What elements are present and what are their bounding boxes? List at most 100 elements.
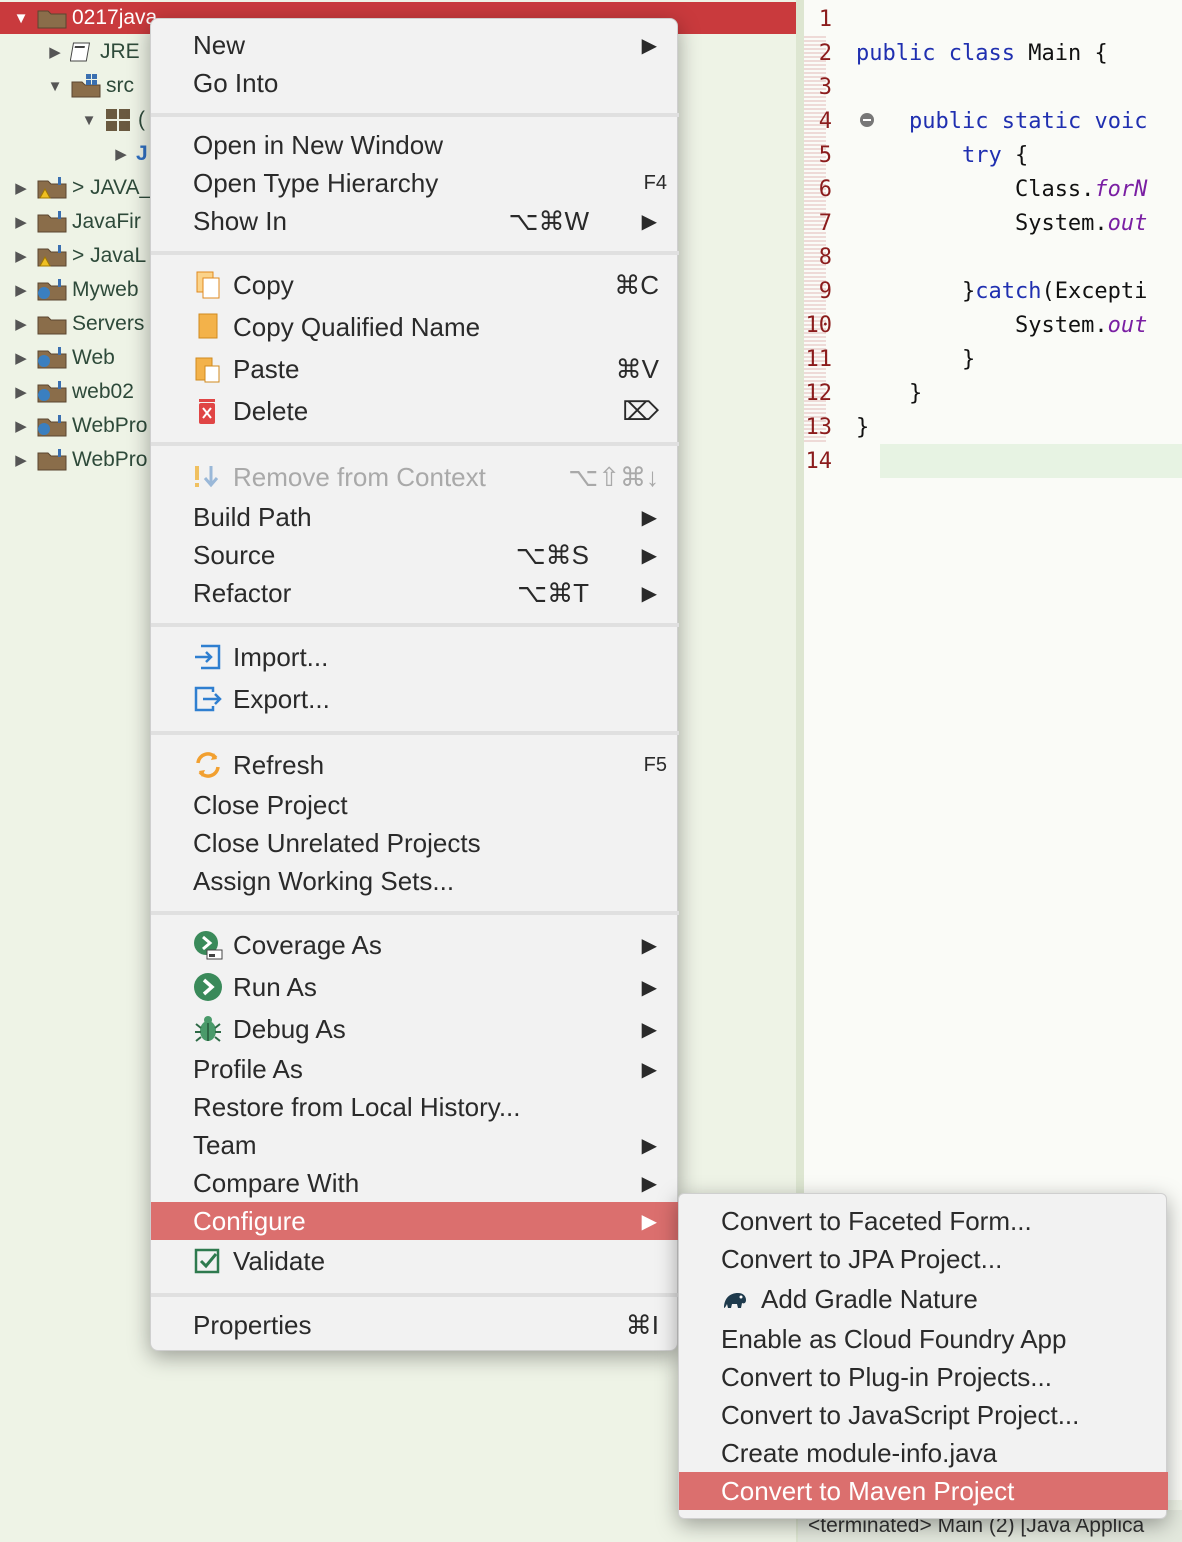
tree-item-label: WebPro bbox=[72, 414, 148, 437]
collapse-arrow-icon[interactable]: ▶ bbox=[12, 417, 30, 435]
submenu-item-convert-plugin-projects[interactable]: Convert to Plug-in Projects... bbox=[679, 1358, 1168, 1396]
menu-item-assign-working-sets[interactable]: Assign Working Sets... bbox=[151, 862, 679, 900]
menu-separator bbox=[151, 623, 679, 627]
menu-item-source[interactable]: Source ⌥⌘S ▶ bbox=[151, 536, 679, 574]
submenu-arrow-icon: ▶ bbox=[641, 1058, 657, 1081]
expand-arrow-icon[interactable]: ▼ bbox=[46, 78, 64, 95]
code-line: 14 bbox=[805, 448, 833, 474]
menu-item-profile-as[interactable]: Profile As ▶ bbox=[151, 1050, 679, 1088]
tree-item-label: Myweb bbox=[72, 278, 139, 301]
submenu-item-convert-javascript-project[interactable]: Convert to JavaScript Project... bbox=[679, 1396, 1168, 1434]
tree-item-myweb[interactable]: ▶ Myweb bbox=[12, 274, 139, 306]
submenu-item-add-gradle-nature[interactable]: Add Gradle Nature bbox=[679, 1280, 1168, 1318]
tree-item-label: web02 bbox=[72, 380, 134, 403]
warning-project-icon bbox=[36, 176, 68, 200]
package-icon bbox=[104, 108, 134, 132]
tree-item-0217java[interactable]: ▼ 0217java bbox=[12, 2, 158, 34]
expand-arrow-icon[interactable]: ▼ bbox=[12, 10, 30, 27]
expand-arrow-icon[interactable]: ▼ bbox=[80, 112, 98, 129]
menu-item-new[interactable]: New ▶ bbox=[151, 26, 679, 64]
code-line: 5 try { bbox=[818, 142, 1029, 168]
menu-item-paste[interactable]: Paste ⌘V bbox=[151, 350, 679, 388]
tree-item-label: Servers bbox=[72, 312, 145, 335]
tree-item-src[interactable]: ▼ src bbox=[46, 70, 134, 102]
collapse-arrow-icon[interactable]: ▶ bbox=[12, 281, 30, 299]
menu-item-refactor[interactable]: Refactor ⌥⌘T ▶ bbox=[151, 574, 679, 612]
submenu-item-enable-cloud-foundry[interactable]: Enable as Cloud Foundry App bbox=[679, 1320, 1168, 1358]
code-line: 12 } bbox=[805, 380, 923, 406]
menu-item-close-project[interactable]: Close Project bbox=[151, 786, 679, 824]
tree-item-java-project[interactable]: ▶ > JAVA_ bbox=[12, 172, 151, 204]
tree-item-java-file[interactable]: ▶ J bbox=[112, 138, 147, 170]
tree-item-webpro-2[interactable]: ▶ WebPro bbox=[12, 444, 147, 476]
menu-item-run-as[interactable]: Run As ▶ bbox=[151, 968, 679, 1006]
collapse-arrow-icon[interactable]: ▶ bbox=[12, 247, 30, 265]
submenu-arrow-icon: ▶ bbox=[641, 34, 657, 57]
tree-item-javafirst[interactable]: ▶ JavaFir bbox=[12, 206, 141, 238]
menu-item-export[interactable]: Export... bbox=[151, 680, 679, 718]
code-line: 2 public class Main { bbox=[818, 40, 1108, 66]
gradle-elephant-icon bbox=[721, 1286, 749, 1312]
tree-item-web[interactable]: ▶ Web bbox=[12, 342, 115, 374]
menu-item-delete[interactable]: Delete ⌦ bbox=[151, 392, 679, 430]
collapse-arrow-icon[interactable]: ▶ bbox=[12, 349, 30, 367]
menu-item-close-unrelated-projects[interactable]: Close Unrelated Projects bbox=[151, 824, 679, 862]
menu-item-configure[interactable]: Configure ▶ bbox=[151, 1202, 679, 1240]
submenu-arrow-icon: ▶ bbox=[641, 1018, 657, 1041]
menu-item-refresh[interactable]: Refresh F5 bbox=[151, 746, 679, 784]
tree-item-label: JRE bbox=[100, 40, 140, 63]
menu-item-restore-local-history[interactable]: Restore from Local History... bbox=[151, 1088, 679, 1126]
menu-item-copy[interactable]: Copy ⌘C bbox=[151, 266, 679, 304]
collapse-arrow-icon[interactable]: ▶ bbox=[12, 451, 30, 469]
context-menu: New ▶ Go Into Open in New Window Open Typ… bbox=[150, 18, 679, 1351]
menu-separator bbox=[151, 1293, 679, 1297]
collapse-arrow-icon[interactable]: ▶ bbox=[112, 145, 130, 163]
code-line: 6 Class. forN bbox=[818, 176, 1148, 202]
collapse-arrow-icon[interactable]: ▶ bbox=[12, 383, 30, 401]
collapse-arrow-icon[interactable]: ▶ bbox=[46, 43, 64, 61]
menu-item-import[interactable]: Import... bbox=[151, 638, 679, 676]
menu-item-coverage-as[interactable]: Coverage As ▶ bbox=[151, 926, 679, 964]
project-folder-icon bbox=[36, 210, 68, 234]
menu-item-build-path[interactable]: Build Path ▶ bbox=[151, 498, 679, 536]
tree-item-servers[interactable]: ▶ Servers bbox=[12, 308, 144, 340]
copy-icon bbox=[193, 270, 223, 300]
tree-item-label: Web bbox=[72, 346, 115, 369]
submenu-arrow-icon: ▶ bbox=[641, 1172, 657, 1195]
menu-item-compare-with[interactable]: Compare With ▶ bbox=[151, 1164, 679, 1202]
menu-item-team[interactable]: Team ▶ bbox=[151, 1126, 679, 1164]
paste-icon bbox=[193, 354, 223, 384]
submenu-item-create-module-info[interactable]: Create module-info.java bbox=[679, 1434, 1168, 1472]
web-project-icon bbox=[36, 346, 68, 370]
project-folder-icon bbox=[36, 6, 68, 30]
submenu-item-convert-maven-project[interactable]: Convert to Maven Project bbox=[679, 1472, 1168, 1510]
menu-item-properties[interactable]: Properties ⌘I bbox=[151, 1306, 679, 1344]
menu-separator bbox=[151, 911, 679, 915]
tree-item-jre[interactable]: ▶ JRE bbox=[46, 36, 140, 68]
collapse-arrow-icon[interactable]: ▶ bbox=[12, 213, 30, 231]
tree-item-web02[interactable]: ▶ web02 bbox=[12, 376, 134, 408]
menu-item-remove-from-context: Remove from Context ⌥⇧⌘↓ bbox=[151, 458, 679, 496]
menu-item-validate[interactable]: Validate bbox=[151, 1242, 679, 1280]
tree-item-package[interactable]: ▼ ( bbox=[80, 104, 145, 136]
menu-separator bbox=[151, 113, 679, 117]
tree-item-label: 0217java bbox=[72, 6, 158, 29]
folder-icon bbox=[36, 312, 68, 336]
tree-item-webpro-1[interactable]: ▶ WebPro bbox=[12, 410, 147, 442]
collapse-arrow-icon[interactable]: ▶ bbox=[12, 179, 30, 197]
collapse-arrow-icon[interactable]: ▶ bbox=[12, 315, 30, 333]
submenu-arrow-icon: ▶ bbox=[641, 544, 657, 567]
tree-item-label: > JAVA_ bbox=[72, 176, 152, 199]
web-project-icon bbox=[36, 380, 68, 404]
menu-item-open-new-window[interactable]: Open in New Window bbox=[151, 126, 679, 164]
menu-item-show-in[interactable]: Show In ⌥⌘W ▶ bbox=[151, 202, 679, 240]
menu-item-open-type-hierarchy[interactable]: Open Type Hierarchy F4 bbox=[151, 164, 679, 202]
validate-check-icon bbox=[193, 1246, 223, 1276]
menu-item-go-into[interactable]: Go Into bbox=[151, 64, 679, 102]
menu-separator bbox=[151, 731, 679, 735]
submenu-item-convert-jpa-project[interactable]: Convert to JPA Project... bbox=[679, 1240, 1168, 1278]
menu-item-debug-as[interactable]: Debug As ▶ bbox=[151, 1010, 679, 1048]
tree-item-javal[interactable]: ▶ > JavaL bbox=[12, 240, 146, 272]
submenu-item-convert-faceted-form[interactable]: Convert to Faceted Form... bbox=[679, 1202, 1168, 1240]
menu-item-copy-qualified-name[interactable]: Copy Qualified Name bbox=[151, 308, 679, 346]
